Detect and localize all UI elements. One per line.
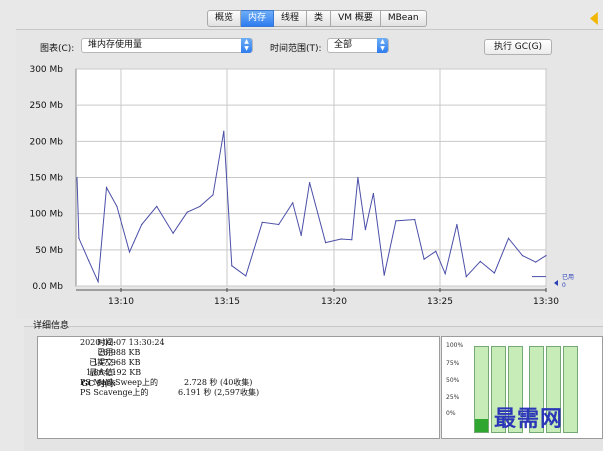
data-point [521, 255, 524, 257]
pct-label: 100% [446, 342, 464, 349]
y-tick-label: 250 Mb [29, 101, 63, 111]
details-info-box: 时间: 2020-02-07 13:30:24 已用: 28,988 KB 已提… [37, 336, 440, 439]
data-point [212, 194, 214, 196]
heap-memory-chart: 300 Mb 250 Mb 200 Mb 150 Mb 100 Mb 50 Mb 0.0 M… [29, 65, 574, 307]
pct-label: 50% [446, 377, 460, 384]
data-point [292, 202, 294, 204]
legend-marker-icon [554, 280, 558, 286]
detail-row-max: 最大值: 1,864,192 KB [86, 368, 142, 377]
y-tick-label: 0.0 Mb [32, 282, 63, 292]
data-point [76, 176, 78, 179]
legend-value: 0 [562, 282, 566, 289]
data-point [278, 223, 280, 226]
data-point [156, 205, 158, 208]
data-point [351, 239, 353, 241]
data-point [423, 258, 425, 260]
data-point [105, 187, 108, 189]
pct-label: 25% [446, 394, 460, 401]
data-point [186, 211, 188, 213]
detail-row-used: 已用: 28,988 KB [97, 348, 141, 357]
data-point [141, 223, 143, 226]
data-point [309, 181, 311, 184]
data-point [199, 205, 201, 208]
data-point [444, 273, 446, 275]
data-point [78, 237, 80, 239]
memory-pool-bar[interactable] [563, 346, 578, 433]
x-tick-label: 13:15 [214, 297, 240, 307]
x-tick-label: 13:20 [321, 297, 347, 307]
y-tick-label: 200 Mb [29, 137, 63, 147]
data-point [383, 274, 385, 276]
y-tick-label: 100 Mb [29, 210, 63, 220]
detail-row-gc-scavenge: PS Scavenge上的 6.191 秒 (2,597收集) [80, 388, 260, 397]
detail-row-time: 时间: 2020-02-07 13:30:24 [80, 338, 165, 347]
data-point [300, 234, 302, 236]
data-point [261, 221, 263, 223]
data-point [456, 223, 458, 226]
data-point [324, 242, 327, 244]
memory-pool-bar-fill [475, 419, 488, 432]
data-point [507, 237, 510, 239]
legend-label: 已用 [562, 274, 574, 281]
data-point [172, 232, 174, 234]
y-tick-label: 300 Mb [29, 65, 63, 75]
data-point [245, 275, 247, 277]
data-point [535, 261, 537, 263]
x-tick-label: 13:10 [108, 297, 134, 307]
data-point [414, 218, 416, 221]
data-point [231, 265, 233, 267]
data-point [340, 238, 342, 240]
data-point [395, 220, 397, 222]
memory-pool-bar[interactable] [474, 346, 489, 433]
y-tick-label: 50 Mb [35, 246, 63, 256]
pct-label: 0% [446, 410, 456, 417]
x-tick-label: 13:30 [533, 297, 559, 307]
details-title: 详细信息 [33, 321, 70, 331]
data-point [223, 130, 225, 132]
data-point [97, 281, 99, 283]
watermark-logo: 最需网 [494, 406, 564, 432]
data-point [116, 205, 118, 208]
y-tick-label: 150 Mb [29, 174, 63, 184]
data-point [545, 255, 547, 257]
data-point [128, 251, 131, 253]
data-point [465, 275, 467, 278]
data-point [372, 192, 375, 195]
data-point [364, 228, 367, 231]
data-point [493, 272, 496, 274]
detail-row-committed: 已提交: 147,968 KB [89, 358, 141, 367]
data-point [479, 260, 481, 263]
pct-label: 75% [446, 360, 460, 367]
data-point [88, 260, 90, 262]
data-point [357, 176, 359, 179]
data-point [435, 250, 437, 252]
x-tick-label: 13:25 [427, 297, 453, 307]
detail-row-gc-marksweep: GC 时间: PS MarkSweep上的 2.728 秒 (40收集) [80, 378, 253, 388]
